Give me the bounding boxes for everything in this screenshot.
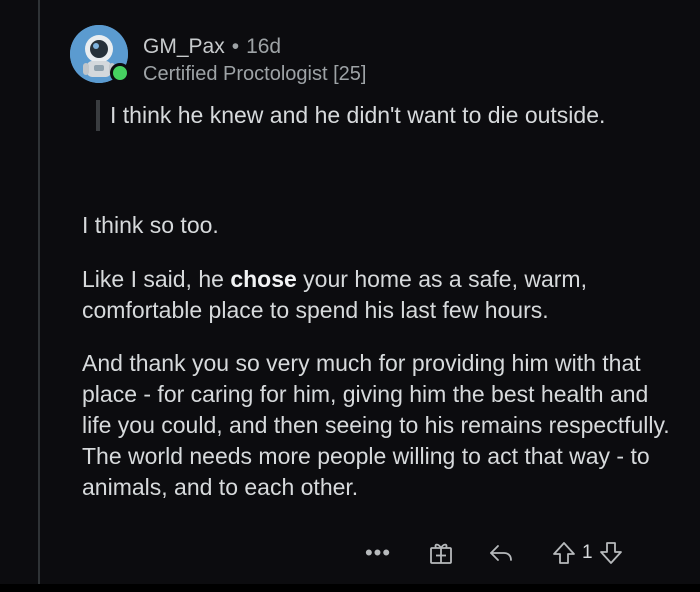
bold-chose: chose: [230, 266, 297, 292]
more-dots-icon: •••: [364, 540, 392, 565]
username[interactable]: GM_Pax: [143, 34, 225, 60]
award-button[interactable]: [426, 540, 456, 566]
more-options-button[interactable]: •••: [360, 540, 396, 566]
upvote-button[interactable]: [550, 540, 578, 566]
reply-button[interactable]: [486, 540, 516, 566]
online-status-icon: [110, 63, 130, 83]
downvote-button[interactable]: [597, 540, 625, 566]
comment-age: 16d: [246, 35, 282, 58]
quoted-text: I think he knew and he didn't want to di…: [96, 100, 670, 131]
comment-header: GM_Pax • 16d Certified Proctologist [25]: [143, 34, 366, 94]
thread-line: [38, 0, 40, 584]
upvote-arrow-icon: [553, 542, 575, 564]
award-gift-icon: [430, 543, 452, 564]
separator-dot: •: [231, 35, 240, 58]
avatar[interactable]: [70, 25, 130, 85]
vote-count: 1: [582, 542, 593, 563]
paragraph-2-start: Like I said, he: [82, 266, 231, 292]
bottom-bar: [0, 584, 700, 592]
comment-paragraph-2: Like I said, he chose your home as a saf…: [82, 264, 682, 326]
comment-paragraph-3: And thank you so very much for providing…: [82, 350, 670, 500]
comment-actions: ••• 1: [360, 536, 625, 570]
user-flair: Certified Proctologist [25]: [143, 63, 367, 85]
reply-arrow-icon: [490, 545, 512, 561]
downvote-arrow-icon: [599, 542, 622, 564]
comment-paragraph-1: I think so too.: [82, 212, 219, 238]
